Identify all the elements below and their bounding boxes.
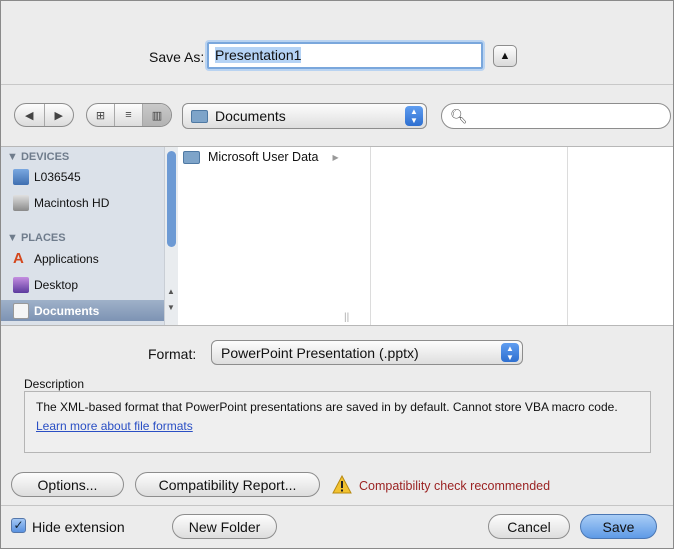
list-item-label: Microsoft User Data — [208, 150, 319, 164]
options-button[interactable]: Options... — [11, 472, 124, 497]
documents-icon — [13, 302, 29, 319]
hide-extension-label[interactable]: Hide extension — [32, 519, 125, 535]
forward-arrow-icon[interactable]: ▶ — [45, 104, 74, 126]
sidebar-item-label: Desktop — [34, 277, 79, 292]
sidebar-item-l036545[interactable]: L036545 — [1, 166, 164, 187]
sidebar-item-desktop[interactable]: Desktop — [1, 274, 164, 295]
browser-column-3 — [569, 147, 673, 325]
bottom-bar: ✓ Hide extension New Folder Cancel Save — [1, 505, 673, 548]
back-forward-control: ◀ ▶ — [14, 103, 74, 127]
popup-stepper-icon: ▲ ▼ — [405, 106, 423, 126]
icon-view-icon[interactable]: ⊞ — [87, 104, 115, 126]
view-mode-control: ⊞ ≡ ▥ — [86, 103, 172, 127]
applications-icon: A — [13, 249, 24, 267]
filename-input[interactable]: Presentation1 — [207, 42, 483, 69]
description-label: Description — [24, 377, 85, 391]
warning-icon — [332, 475, 352, 494]
description-text: The XML-based format that PowerPoint pre… — [36, 400, 618, 414]
save-as-bar: Save As: Presentation1 ▲ — [1, 1, 673, 85]
computer-icon — [13, 168, 29, 185]
scrollbar-thumb[interactable] — [167, 151, 176, 247]
column-view-icon[interactable]: ▥ — [143, 104, 171, 126]
browser-column-1: Microsoft User Data ▶ — [179, 147, 371, 325]
format-popup[interactable]: PowerPoint Presentation (.pptx) ▲ ▼ — [211, 340, 523, 365]
sidebar-item-applications[interactable]: A Applications — [1, 248, 164, 269]
save-dialog: Save As: Presentation1 ▲ ◀ ▶ ⊞ ≡ ▥ Docum… — [0, 0, 674, 549]
scroll-up-icon[interactable]: ▲ — [167, 287, 175, 296]
filename-value[interactable]: Presentation1 — [215, 47, 302, 63]
back-arrow-icon[interactable]: ◀ — [15, 104, 45, 126]
location-popup[interactable]: Documents ▲ ▼ — [182, 103, 427, 129]
triangle-up-icon: ▲ — [499, 50, 511, 62]
browser-column-2: || — [344, 147, 568, 325]
hide-extension-checkbox[interactable]: ✓ — [11, 518, 26, 533]
file-browser: ▼ DEVICES L036545 Macintosh HD ▼ PLACES … — [1, 146, 673, 326]
save-as-label: Save As: — [149, 49, 205, 65]
compatibility-warning-text: Compatibility check recommended — [359, 479, 551, 493]
format-label: Format: — [148, 346, 197, 362]
sidebar-scrollbar[interactable]: ▲ ▼ — [164, 147, 178, 325]
description-box: The XML-based format that PowerPoint pre… — [24, 391, 651, 453]
sidebar-item-label: Applications — [34, 251, 99, 266]
sidebar-item-macintosh-hd[interactable]: Macintosh HD — [1, 192, 164, 213]
search-icon: 🔍︎ — [450, 107, 468, 124]
hard-drive-icon — [13, 194, 29, 211]
folder-icon — [183, 150, 200, 164]
sidebar-item-label: L036545 — [34, 169, 81, 184]
expand-dialog-button[interactable]: ▲ — [493, 45, 517, 67]
list-view-icon[interactable]: ≡ — [115, 104, 143, 126]
column-resize-handle[interactable]: || — [344, 312, 349, 323]
folder-icon — [191, 109, 208, 123]
disclosure-arrow-icon: ▶ — [332, 152, 339, 162]
scroll-down-icon[interactable]: ▼ — [167, 303, 175, 312]
toolbar: ◀ ▶ ⊞ ≡ ▥ Documents ▲ ▼ 🔍︎ — [1, 86, 673, 146]
sidebar-item-label: Macintosh HD — [34, 195, 110, 210]
popup-stepper-icon: ▲ ▼ — [501, 343, 519, 362]
search-field[interactable]: 🔍︎ — [441, 103, 671, 129]
location-label: Documents — [215, 108, 286, 124]
format-value: PowerPoint Presentation (.pptx) — [221, 344, 419, 361]
sidebar: ▼ DEVICES L036545 Macintosh HD ▼ PLACES … — [1, 147, 178, 325]
list-item[interactable]: Microsoft User Data ▶ — [183, 150, 339, 164]
cancel-button[interactable]: Cancel — [488, 514, 570, 539]
sidebar-item-label: Documents — [34, 303, 100, 318]
new-folder-button[interactable]: New Folder — [172, 514, 277, 539]
sidebar-header-places[interactable]: ▼ PLACES — [7, 232, 66, 244]
compatibility-report-button[interactable]: Compatibility Report... — [135, 472, 320, 497]
format-section: Format: PowerPoint Presentation (.pptx) … — [1, 327, 673, 504]
sidebar-item-documents[interactable]: Documents — [1, 300, 164, 321]
desktop-icon — [13, 276, 29, 293]
sidebar-header-devices[interactable]: ▼ DEVICES — [7, 151, 69, 163]
save-button[interactable]: Save — [580, 514, 657, 539]
learn-more-link[interactable]: Learn more about file formats — [36, 418, 639, 434]
